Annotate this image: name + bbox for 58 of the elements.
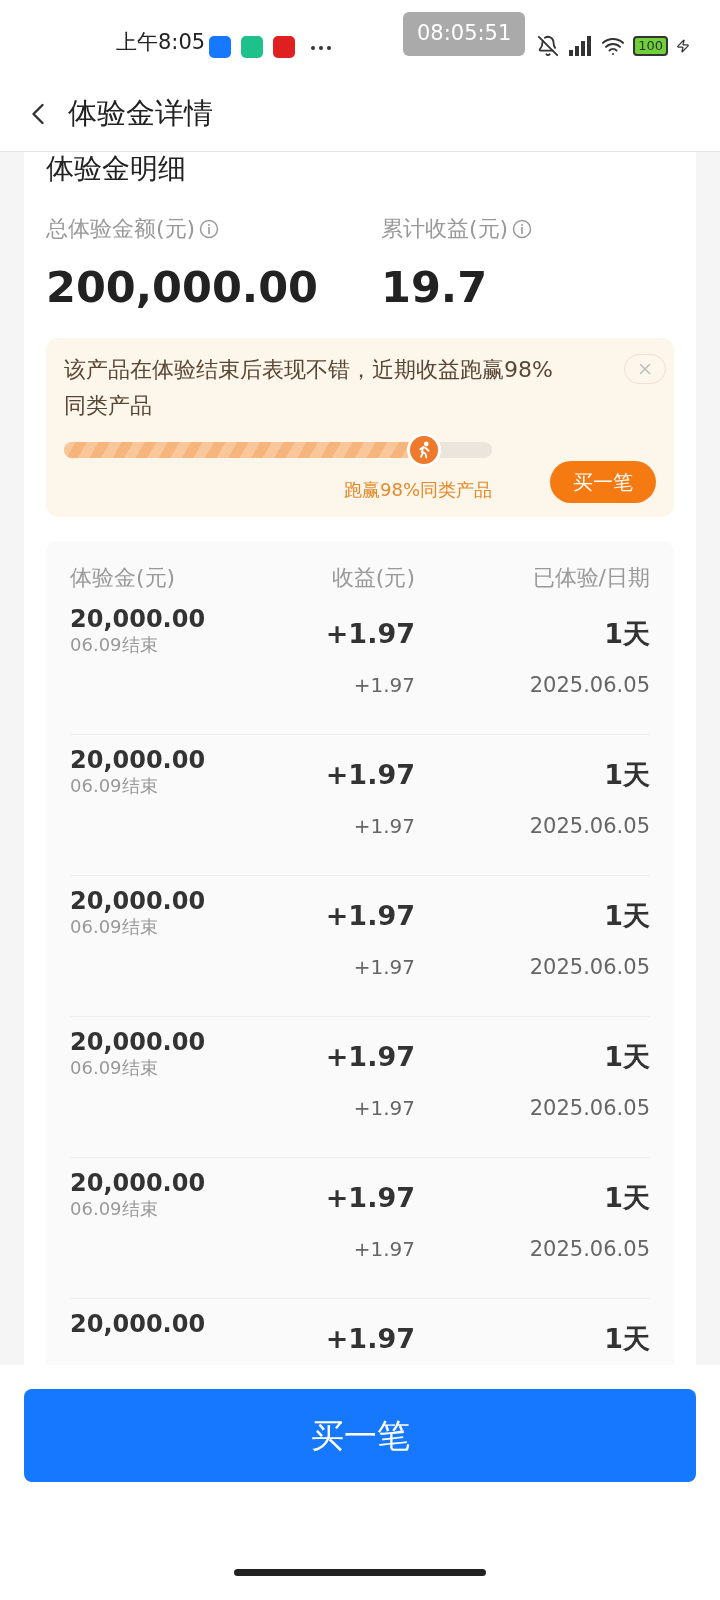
more-icon [311, 46, 332, 50]
bell-off-icon [537, 35, 560, 57]
column-header: 收益(元) [330, 563, 415, 592]
page-title: 体验金详情 [68, 94, 213, 132]
info-icon[interactable] [199, 218, 220, 239]
table-cell-text: +1.97 [352, 671, 415, 699]
promo-text: 该产品在体验结束后表现不错，近期收益跑赢98%同类产品 [64, 355, 554, 420]
table-cell-text: 1天 [603, 1180, 650, 1215]
table-cell-text: 20,000.00 [70, 744, 207, 775]
app-icon [273, 36, 296, 58]
table-cell-text: 06.09结束 [70, 633, 159, 656]
table-cell-text: 2025.06.05 [528, 671, 650, 699]
table-cell-text: +1.97 [324, 1321, 415, 1356]
earnings-label: 累计收益(元) [381, 212, 533, 245]
total-label: 总体验金额(元) [46, 212, 381, 245]
table-cell-text: 06.09结束 [70, 1056, 159, 1079]
table-cell-text: 1天 [603, 757, 650, 792]
table-cell-text: 2025.06.05 [528, 812, 650, 840]
battery-indicator: 100 [633, 36, 668, 56]
signal-icon [567, 35, 594, 57]
table-cell-text: 1天 [603, 616, 650, 651]
charging-icon [676, 39, 690, 53]
table-cell-text: +1.97 [352, 812, 415, 840]
progress-label: 跑赢98%同类产品 [344, 477, 492, 502]
table-cell-text: 20,000.00 [70, 1308, 207, 1339]
buy-button[interactable]: 买一笔 [24, 1389, 696, 1482]
table-cell-text: 20,000.00 [70, 1167, 207, 1198]
earnings-amount: 19.7 [381, 261, 489, 314]
section-title: 体验金明细 [46, 152, 187, 187]
table-cell-text: +1.97 [324, 616, 415, 651]
buy-button[interactable]: 买一笔 [550, 460, 656, 503]
table-cell-text: 1天 [603, 1321, 650, 1356]
table-cell-text: 2025.06.05 [528, 953, 650, 981]
table-cell-text: +1.97 [352, 1094, 415, 1122]
table-cell-text: 1天 [603, 898, 650, 933]
table-cell-text: 06.09结束 [70, 915, 159, 938]
table-cell-text: 1天 [603, 1039, 650, 1074]
table-cell-text: +1.97 [324, 757, 415, 792]
table-cell-text: +1.97 [352, 953, 415, 981]
table-cell-text: 2025.06.05 [528, 1235, 650, 1263]
info-icon[interactable] [512, 218, 533, 239]
table-cell-text: 06.09结束 [70, 1197, 159, 1220]
table-cell-text: 20,000.00 [70, 885, 207, 916]
total-amount: 200,000.00 [46, 261, 320, 314]
table-cell-text: 06.09结束 [70, 774, 159, 797]
table-cell-text: 20,000.00 [70, 603, 207, 634]
table-cell-text: 20,000.00 [70, 1026, 207, 1057]
table-cell-text: +1.97 [324, 1180, 415, 1215]
app-icon [209, 36, 232, 58]
table-cell-text: 2025.06.05 [528, 1094, 650, 1122]
runner-icon [406, 432, 441, 467]
table-cell-text: +1.97 [352, 1235, 415, 1263]
table-cell-text: +1.97 [324, 898, 415, 933]
column-header: 已体验/日期 [531, 563, 650, 592]
status-time: 上午8:05 [116, 28, 206, 56]
recorder-time: 08:05:51 [403, 12, 526, 56]
column-header: 体验金(元) [70, 563, 177, 592]
table-cell-text: +1.97 [324, 1039, 415, 1074]
